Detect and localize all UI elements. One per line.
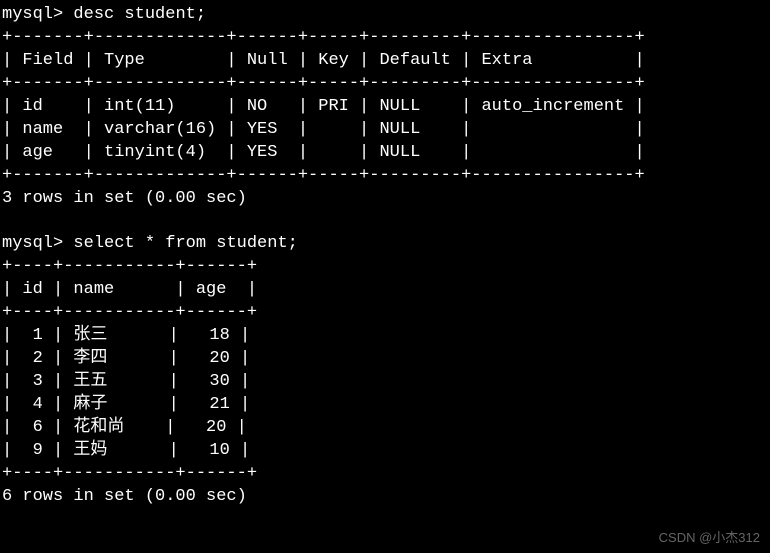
select-header: | id | name | age |: [2, 280, 257, 299]
command-desc: desc student;: [73, 5, 206, 24]
terminal-output[interactable]: mysql> desc student; +-------+----------…: [0, 0, 770, 513]
select-border-bot: +----+-----------+------+: [2, 464, 257, 483]
command-select: select * from student;: [73, 234, 297, 253]
desc-border-mid: +-------+-------------+------+-----+----…: [2, 74, 645, 93]
desc-border-top: +-------+-------------+------+-----+----…: [2, 28, 645, 47]
watermark: CSDN @小杰312: [659, 529, 760, 547]
prompt: mysql>: [2, 234, 63, 253]
select-row: | 3 | 王五 | 30 |: [2, 372, 250, 391]
desc-row: | age | tinyint(4) | YES | | NULL | |: [2, 143, 645, 162]
select-row: | 1 | 张三 | 18 |: [2, 326, 250, 345]
desc-header: | Field | Type | Null | Key | Default | …: [2, 51, 645, 70]
select-border-top: +----+-----------+------+: [2, 257, 257, 276]
desc-summary: 3 rows in set (0.00 sec): [2, 189, 247, 208]
select-summary: 6 rows in set (0.00 sec): [2, 487, 247, 506]
select-row: | 4 | 麻子 | 21 |: [2, 395, 250, 414]
select-row: | 2 | 李四 | 20 |: [2, 349, 250, 368]
prompt: mysql>: [2, 5, 63, 24]
select-row: | 6 | 花和尚 | 20 |: [2, 418, 247, 437]
desc-row: | name | varchar(16) | YES | | NULL | |: [2, 120, 645, 139]
desc-border-bot: +-------+-------------+------+-----+----…: [2, 166, 645, 185]
desc-row: | id | int(11) | NO | PRI | NULL | auto_…: [2, 97, 645, 116]
select-border-mid: +----+-----------+------+: [2, 303, 257, 322]
select-row: | 9 | 王妈 | 10 |: [2, 441, 250, 460]
